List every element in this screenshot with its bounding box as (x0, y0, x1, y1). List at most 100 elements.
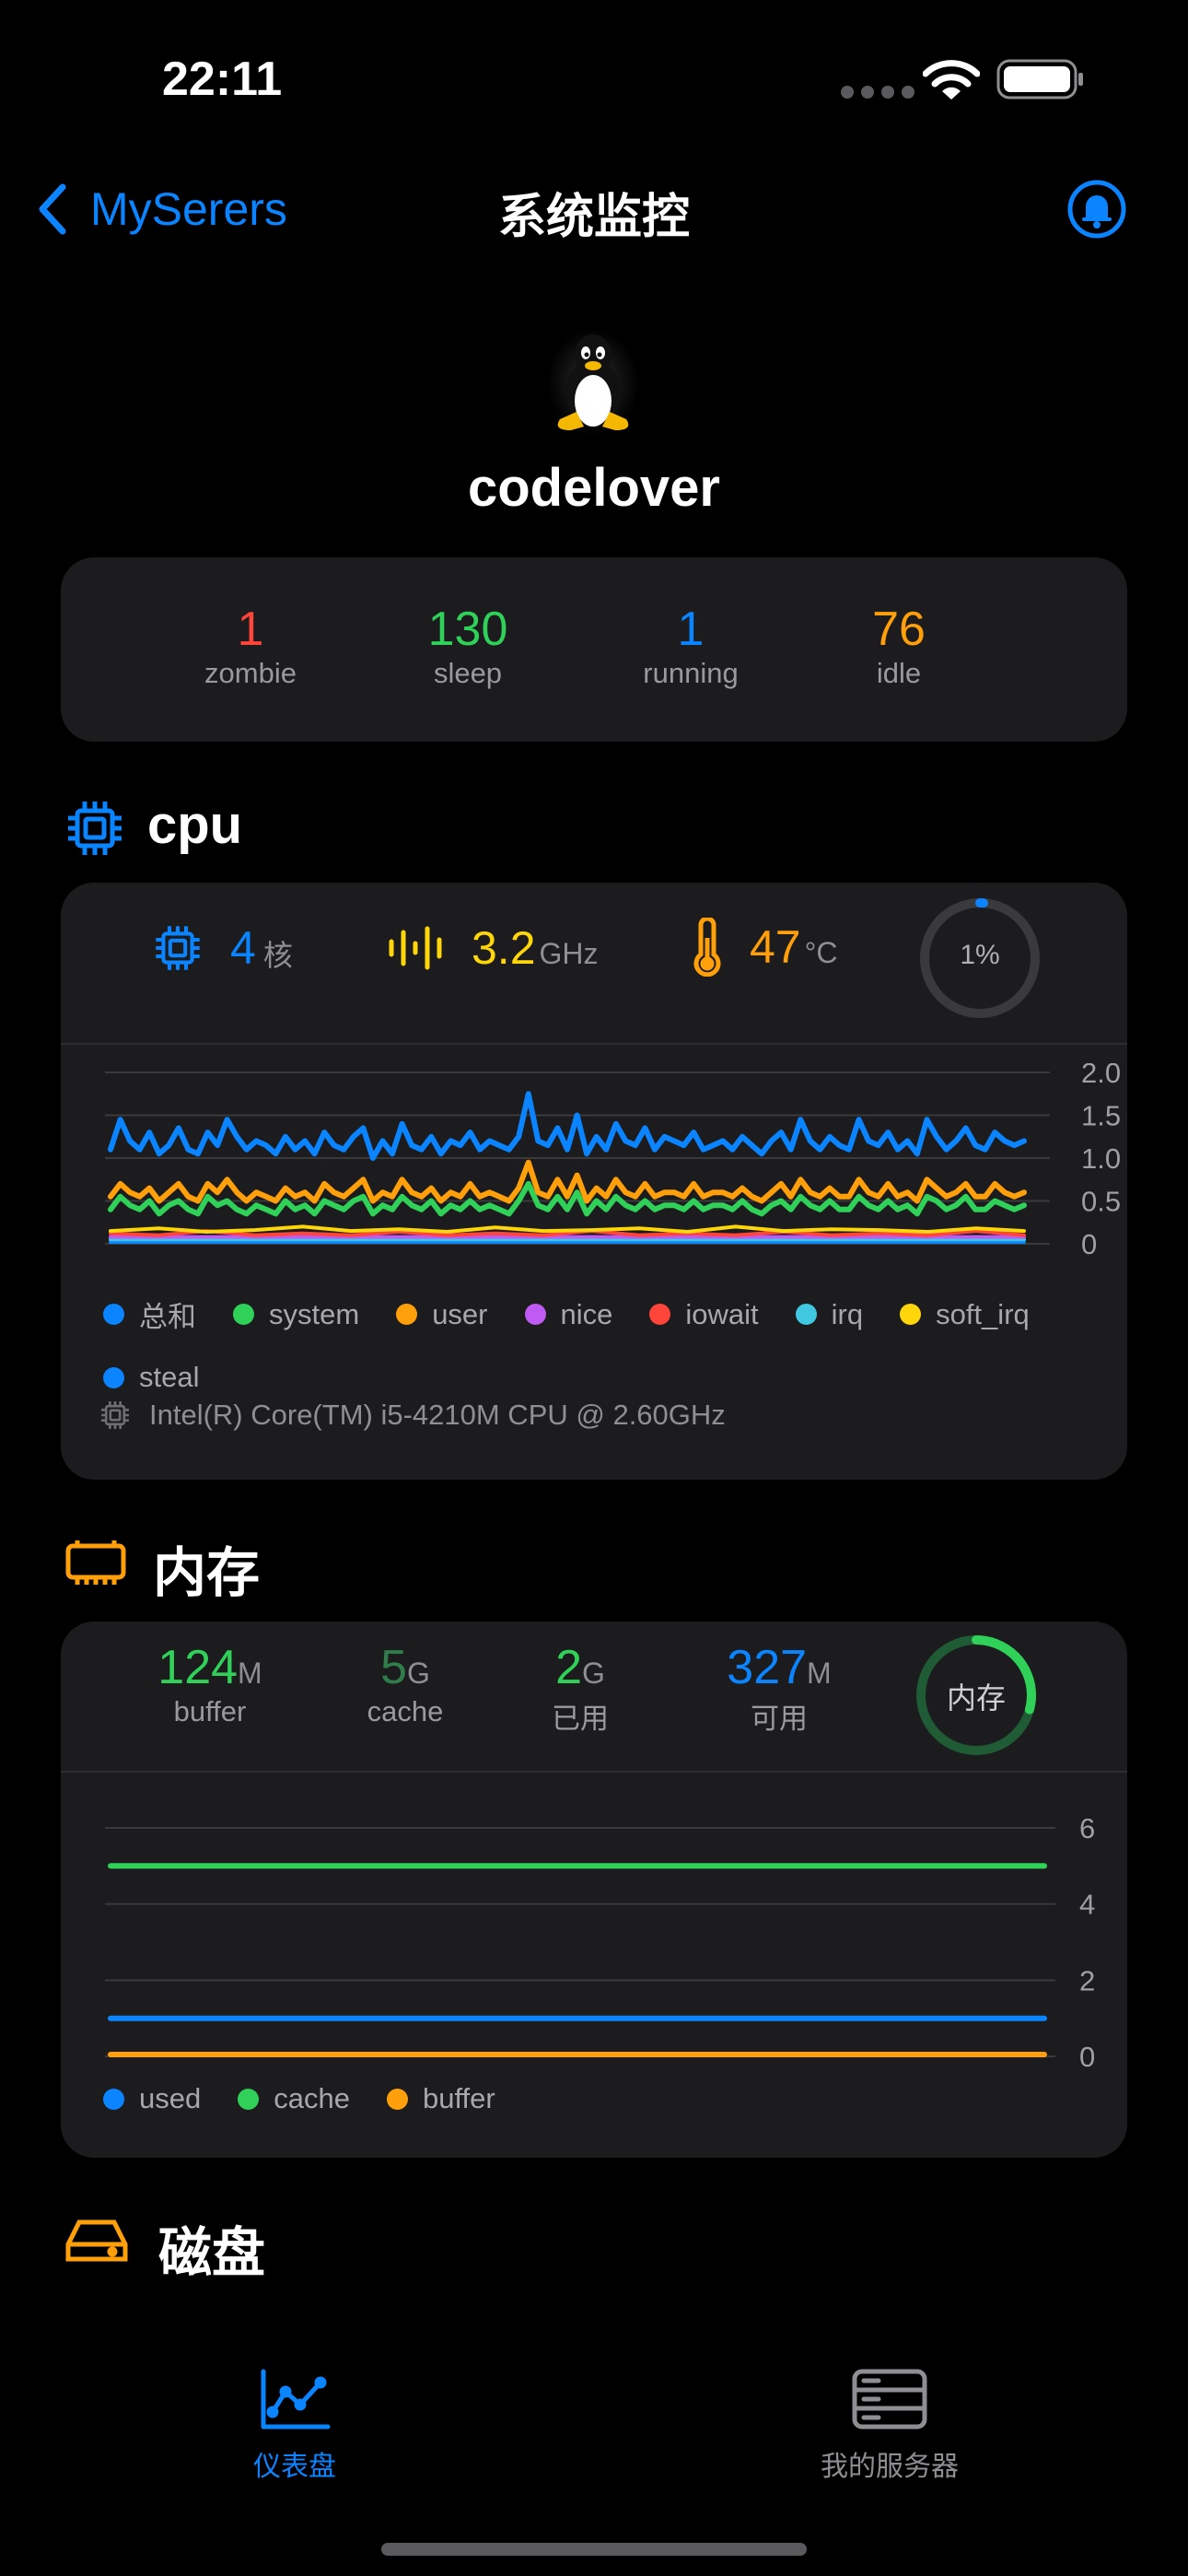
cpu-usage-chart: 2.0 1.5 1.0 0.5 0 (105, 1063, 1121, 1257)
cpu-y-tick-label: 0.5 (1081, 1186, 1121, 1218)
cpu-frequency-value: 3.2 (472, 922, 536, 974)
cellular-signal-icon (840, 85, 915, 104)
legend-dot (795, 1304, 817, 1325)
cpu-usage-ring: 1% (917, 896, 1042, 1021)
legend-label: nice (560, 1297, 613, 1330)
legend-dot (103, 1304, 124, 1325)
legend-item: nice (524, 1294, 613, 1335)
cpu-model: Intel(R) Core(TM) i5-4210M CPU @ 2.60GHz (99, 1399, 726, 1432)
legend-dot (238, 2088, 260, 2110)
notification-bell-button[interactable] (1066, 179, 1127, 244)
process-stat-label: idle (876, 657, 922, 689)
legend-dot (396, 1304, 418, 1325)
process-stat-zombie: 1 zombie (168, 602, 333, 690)
memory-stat-value: 124 (157, 1641, 239, 1694)
legend-item: user (396, 1294, 488, 1335)
legend-dot (900, 1304, 922, 1325)
cpu-y-tick-label: 0 (1081, 1228, 1097, 1257)
cpu-model-text: Intel(R) Core(TM) i5-4210M CPU @ 2.60GHz (149, 1399, 726, 1431)
memory-stat-buffer: 124M buffer (118, 1640, 302, 1728)
memory-stat-value: 327 (727, 1641, 808, 1694)
memory-stat-unit: M (807, 1657, 832, 1690)
back-button[interactable]: MySerers (33, 177, 287, 241)
cpu-usage-label: 1% (960, 940, 1000, 970)
home-indicator (381, 2543, 807, 2556)
cpu-y-tick-label: 2.0 (1081, 1063, 1121, 1089)
legend-item: cache (238, 2082, 350, 2115)
memory-stat-unit: G (407, 1657, 430, 1690)
thermometer-icon (693, 918, 721, 977)
host-name: codelover (468, 458, 720, 518)
memory-usage-ring: 内存 (914, 1633, 1039, 1758)
process-stat-idle: 76 idle (816, 602, 982, 690)
memory-stat-cache: 5G cache (332, 1640, 479, 1728)
legend-item: system (233, 1294, 359, 1335)
cpu-core-icon (156, 926, 200, 970)
legend-dot (649, 1304, 671, 1325)
divider (61, 1771, 1127, 1773)
legend-label: iowait (685, 1297, 759, 1330)
memory-card: 124M buffer 5G cache 2G 已用 327M 可用 内存 64… (61, 1622, 1127, 2158)
memory-stat-label: 已用 (552, 1703, 609, 1735)
process-stat-value: 1 (237, 603, 264, 656)
memory-usage-chart: 6 4 2 0 (105, 1819, 1095, 2073)
legend-label: 总和 (139, 1301, 196, 1333)
cpu-temperature-unit: °C (804, 935, 838, 969)
legend-item: buffer (386, 2082, 495, 2115)
status-time: 22:11 (162, 53, 283, 106)
memory-legend: used cache buffer (103, 2082, 532, 2115)
memory-stat-value: 5 (380, 1641, 408, 1694)
tab-dashboard-label: 仪表盘 (253, 2452, 336, 2482)
legend-dot (103, 2088, 124, 2110)
chevron-left-icon (39, 183, 66, 235)
memory-stat-label: 可用 (751, 1703, 808, 1735)
bell-icon (1067, 180, 1126, 239)
memory-y-tick-label: 6 (1079, 1819, 1095, 1844)
memory-y-tick-label: 0 (1079, 2041, 1095, 2073)
process-stat-label: sleep (433, 657, 503, 689)
tab-my-servers-label: 我的服务器 (821, 2452, 959, 2482)
cpu-series-line-总和 (108, 1091, 1027, 1161)
cpu-small-icon (101, 1401, 129, 1429)
cpu-card: 4 核 3.2 GHz 47 °C 1% 2.0 1.5 1.0 0.5 0 总和 sys… (61, 883, 1127, 1480)
back-label: MySerers (90, 183, 287, 235)
tab-bar: 仪表盘 我的服务器 (0, 2294, 1188, 2576)
disk-section-title: 磁盘 (158, 2223, 266, 2283)
legend-label: system (269, 1297, 360, 1330)
memory-stat-unit: G (582, 1657, 605, 1690)
memory-y-tick-label: 4 (1079, 1889, 1095, 1921)
process-stat-value: 76 (872, 603, 926, 656)
linux-penguin-icon (547, 327, 639, 442)
memory-stat-label: cache (367, 1695, 444, 1727)
legend-label: user (432, 1297, 488, 1330)
legend-dot (233, 1304, 254, 1325)
tab-my-servers[interactable]: 我的服务器 (798, 2368, 982, 2488)
process-stat-label: zombie (204, 657, 297, 689)
cpu-temperature: 47 °C (689, 918, 838, 977)
frequency-wave-icon (389, 926, 442, 970)
status-bar: 22:11 (0, 0, 1188, 147)
process-stat-sleep: 130 sleep (385, 602, 551, 690)
legend-dot (103, 1366, 124, 1388)
memory-ring-label: 内存 (946, 1681, 1006, 1715)
divider (61, 1043, 1127, 1045)
legend-item: iowait (649, 1294, 759, 1335)
legend-label: steal (139, 1361, 200, 1393)
legend-item: steal (103, 1361, 199, 1394)
cpu-temperature-value: 47 (750, 921, 801, 973)
legend-label: used (139, 2082, 202, 2114)
memory-stat-available: 327M 可用 (687, 1640, 871, 1737)
process-stat-label: running (643, 657, 739, 689)
legend-item: used (103, 2082, 201, 2115)
cpu-series-line-soft_irq (109, 1224, 1026, 1234)
memory-icon (64, 1537, 127, 1593)
cpu-section-title: cpu (147, 795, 243, 855)
legend-label: irq (831, 1297, 864, 1330)
cpu-y-tick-label: 1.5 (1081, 1100, 1121, 1132)
tab-dashboard[interactable]: 仪表盘 (203, 2368, 387, 2488)
process-stats-card: 1 zombie 130 sleep 1 running 76 idle (61, 557, 1127, 742)
legend-label: cache (274, 2082, 350, 2114)
cpu-frequency-unit: GHz (539, 936, 599, 970)
cpu-series-line-user (108, 1159, 1027, 1204)
legend-item: soft_irq (900, 1294, 1030, 1335)
